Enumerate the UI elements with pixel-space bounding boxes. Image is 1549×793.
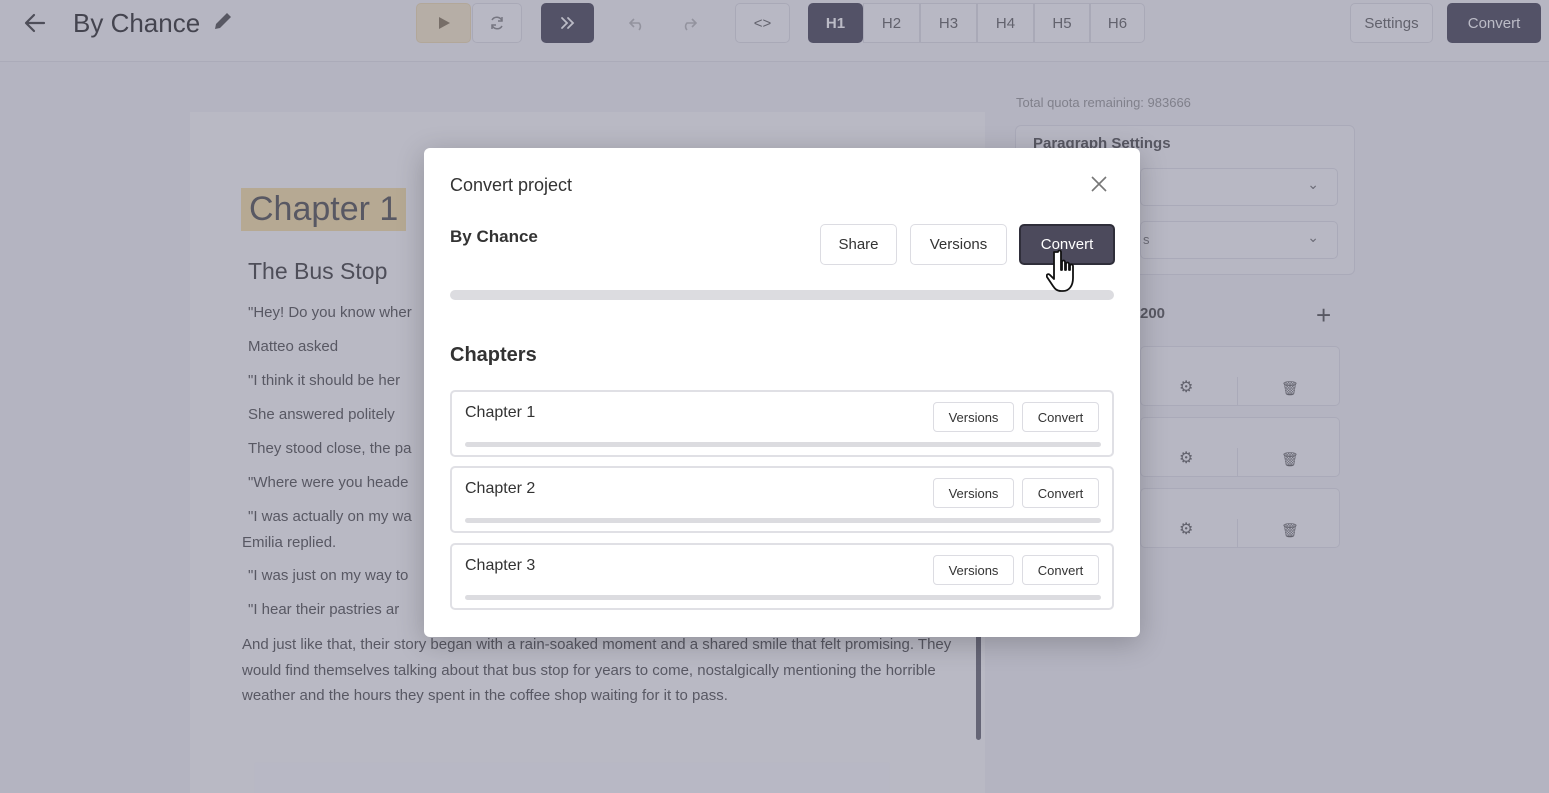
share-button[interactable]: Share: [820, 224, 897, 265]
convert-project-modal: Convert project By Chance Share Versions…: [424, 148, 1140, 637]
hand-cursor-icon: [1045, 248, 1090, 298]
chapter-versions-button[interactable]: Versions: [933, 478, 1014, 508]
chapter-versions-button[interactable]: Versions: [933, 555, 1014, 585]
chapter-convert-button[interactable]: Convert: [1022, 555, 1099, 585]
chapter-progress-bar: [465, 442, 1101, 447]
project-name: By Chance: [450, 227, 538, 246]
chapter-name: Chapter 3: [465, 557, 536, 574]
chapter-card: Chapter 1 Versions Convert: [450, 390, 1114, 457]
chapter-convert-button[interactable]: Convert: [1022, 478, 1099, 508]
chapters-heading: Chapters: [450, 344, 537, 366]
chapter-name: Chapter 2: [465, 480, 536, 497]
modal-title: Convert project: [450, 175, 573, 195]
close-icon[interactable]: [1090, 174, 1108, 198]
chapter-versions-button[interactable]: Versions: [933, 402, 1014, 432]
chapter-progress-bar: [465, 518, 1101, 523]
chapter-card: Chapter 3 Versions Convert: [450, 543, 1114, 610]
chapter-card: Chapter 2 Versions Convert: [450, 466, 1114, 533]
chapter-convert-button[interactable]: Convert: [1022, 402, 1099, 432]
chapter-progress-bar: [465, 595, 1101, 600]
versions-button[interactable]: Versions: [910, 224, 1007, 265]
chapter-name: Chapter 1: [465, 404, 536, 421]
project-progress-bar: [450, 290, 1114, 300]
